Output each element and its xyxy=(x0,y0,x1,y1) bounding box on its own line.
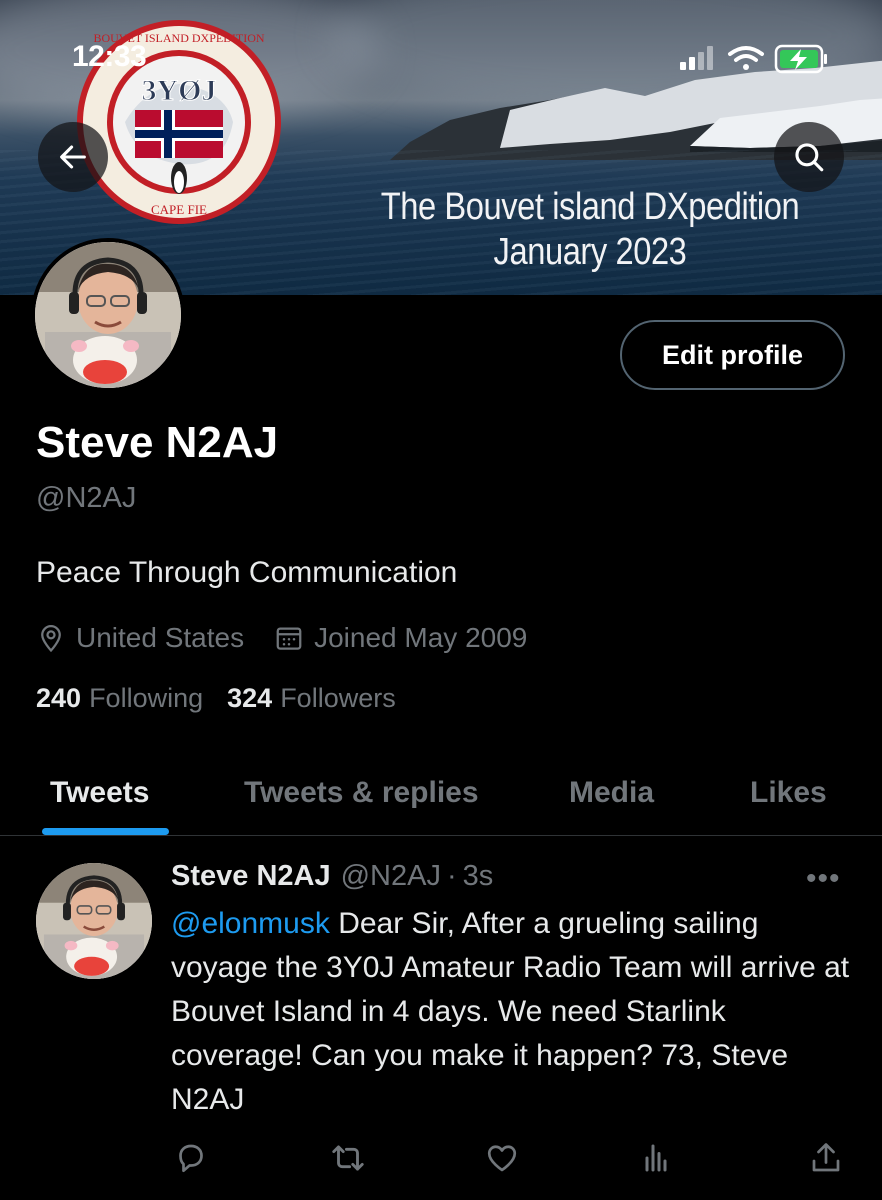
like-icon xyxy=(487,1145,517,1172)
banner-title: The Bouvet island DXpedition January 202… xyxy=(341,185,840,275)
tweet-timestamp[interactable]: 3s xyxy=(463,860,494,893)
wifi-icon xyxy=(728,46,764,70)
edit-profile-button[interactable]: Edit profile xyxy=(620,320,845,390)
mention-link[interactable]: @elonmusk xyxy=(171,907,330,940)
profile-avatar[interactable] xyxy=(31,238,185,392)
profile-bio: Peace Through Communication xyxy=(36,556,458,589)
share-icon xyxy=(812,1143,840,1172)
arrow-left-icon xyxy=(60,145,86,169)
search-button[interactable] xyxy=(774,122,844,192)
display-name: Steve N2AJ xyxy=(36,418,279,467)
banner-title-line1: The Bouvet island DXpedition xyxy=(380,186,800,228)
logo-ring-bottom: CAPE FIE xyxy=(151,202,207,217)
reply-button[interactable] xyxy=(171,1138,211,1178)
more-options-button[interactable]: ••• xyxy=(806,862,841,896)
retweet-icon xyxy=(332,1145,364,1171)
calendar-icon xyxy=(276,627,302,650)
location-pin-icon xyxy=(41,625,61,653)
tweet-text: @elonmusk Dear Sir, After a grueling sai… xyxy=(171,902,851,1122)
back-button[interactable] xyxy=(38,122,108,192)
tab-tweets[interactable]: Tweets xyxy=(50,750,149,836)
location-item: United States xyxy=(36,622,244,654)
tweet-actions xyxy=(0,1138,882,1178)
joined-text: Joined May 2009 xyxy=(314,622,528,653)
location-text: United States xyxy=(76,622,245,653)
tab-media[interactable]: Media xyxy=(569,750,654,836)
following-label: Following xyxy=(89,683,204,713)
signal-icon xyxy=(680,46,713,70)
following-link[interactable]: 240 Following xyxy=(36,683,203,714)
followers-count: 324 xyxy=(227,683,273,713)
banner-title-line2: January 2023 xyxy=(493,231,687,273)
tab-tweets-replies[interactable]: Tweets & replies xyxy=(244,750,479,836)
tab-likes[interactable]: Likes xyxy=(750,750,827,836)
profile-tabs: Tweets Tweets & replies Media Likes xyxy=(0,750,882,836)
status-time: 12:33 xyxy=(72,40,147,73)
logo-callsign: 3YØJ xyxy=(142,74,217,107)
follow-stats: 240 Following 324 Followers xyxy=(36,683,420,714)
status-icons xyxy=(680,44,827,74)
share-button[interactable] xyxy=(806,1138,846,1178)
tweet-separator: · xyxy=(446,860,457,892)
analytics-button[interactable] xyxy=(636,1138,676,1178)
followers-link[interactable]: 324 Followers xyxy=(227,683,396,714)
joined-item: Joined May 2009 xyxy=(274,622,527,654)
active-tab-indicator xyxy=(42,828,169,835)
like-button[interactable] xyxy=(482,1138,522,1178)
analytics-icon xyxy=(645,1144,667,1172)
tweet-author-name[interactable]: Steve N2AJ xyxy=(171,860,331,893)
reply-icon xyxy=(179,1144,203,1173)
search-icon xyxy=(795,143,824,172)
tweet-avatar[interactable] xyxy=(36,863,152,979)
avatar-photo xyxy=(35,242,181,388)
profile-meta: United States Joined May 2009 xyxy=(36,618,557,658)
retweet-button[interactable] xyxy=(328,1138,368,1178)
following-count: 240 xyxy=(36,683,82,713)
avatar-photo xyxy=(36,863,152,979)
tweet-header: Steve N2AJ @N2AJ · 3s xyxy=(171,860,493,893)
followers-label: Followers xyxy=(280,683,396,713)
battery-charging-icon xyxy=(774,44,827,74)
tweet-author-handle[interactable]: @N2AJ xyxy=(341,860,441,893)
user-handle: @N2AJ xyxy=(36,482,137,514)
